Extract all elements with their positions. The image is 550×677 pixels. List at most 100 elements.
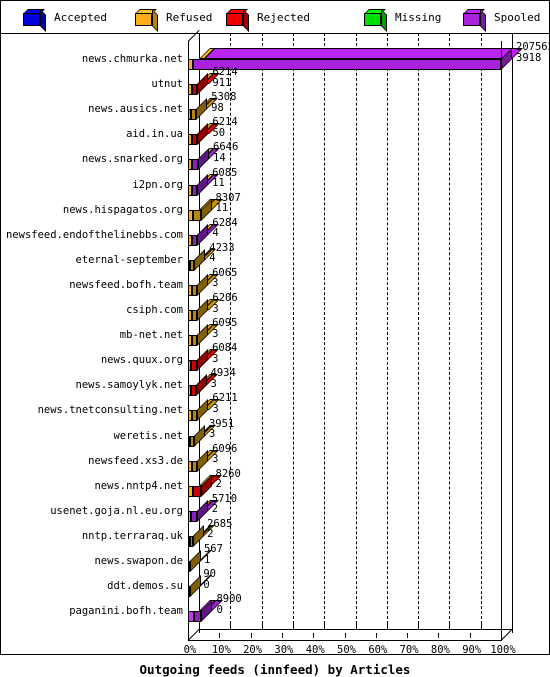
y-axis-label: aid.in.ua <box>126 128 183 141</box>
bar-segment-spooled <box>191 510 197 522</box>
bar-value-secondary: 0 <box>216 603 223 616</box>
chart-x-title: Outgoing feeds (innfeed) by Articles <box>139 662 411 677</box>
bar-value-primary: 6206 <box>212 292 238 304</box>
bar-value-label: 5710 2 <box>212 494 237 515</box>
bar-row <box>188 324 220 347</box>
bar-row <box>188 248 217 271</box>
y-axis-label: news.hispagatos.org <box>62 203 183 216</box>
bar-row <box>188 449 220 472</box>
bar-value-secondary: 3918 <box>516 51 542 64</box>
bar-row <box>188 474 223 497</box>
bar-row <box>188 424 216 447</box>
bar-segment-side <box>197 173 209 196</box>
bar-value-label: 6065 3 <box>212 268 237 289</box>
y-axis-labels: news.chmurka.net utnut news.ausics.net aid.… <box>1 33 185 633</box>
bar-segment-side <box>198 148 210 171</box>
bar-segment-side <box>197 399 209 422</box>
bar-value-secondary: 3 <box>208 428 216 440</box>
x-axis-tick <box>344 633 346 638</box>
bar-row <box>188 223 220 246</box>
bar-value-label: 6206 3 <box>212 293 237 314</box>
legend-item-missing: Missing <box>364 1 441 33</box>
legend-item-spooled: Spooled <box>463 1 540 33</box>
cube-icon <box>226 8 250 32</box>
bar-value-secondary: 3 <box>212 352 219 365</box>
bar-value-label: 5308 98 <box>211 92 236 113</box>
x-axis-label: 30% <box>274 644 294 656</box>
bar-value-secondary: 3 <box>212 302 219 315</box>
bar-segment-top <box>203 48 523 59</box>
bar-segment-side <box>190 575 201 598</box>
bar-value-label: 90 0 <box>203 569 216 590</box>
bar-row <box>188 575 212 598</box>
bar-value-secondary: 3 <box>210 377 217 390</box>
bar-value-label: 6214 50 <box>212 117 237 138</box>
x-axis-tick-back <box>480 622 482 627</box>
legend-label: Spooled <box>494 10 541 24</box>
bar-value-secondary: 3 <box>212 453 219 466</box>
bar-value-secondary: 2 <box>211 503 219 516</box>
right-frame-line <box>501 41 502 641</box>
bar-value-secondary: 50 <box>212 126 226 139</box>
y-axis-label: ddt.demos.su <box>107 580 183 593</box>
x-axis-tick <box>469 633 471 638</box>
y-axis-label: newsfeed.endofthelinebbs.com <box>5 228 183 241</box>
bar-row <box>188 524 216 547</box>
x-axis-label: 20% <box>243 644 263 656</box>
bar-value-label: 8900 0 <box>216 594 241 615</box>
bar-value-secondary: 98 <box>211 101 224 114</box>
bar-value-secondary: 14 <box>213 151 226 164</box>
x-axis-label: 50% <box>337 644 356 656</box>
x-axis-tick <box>219 633 221 638</box>
bar-value-label: 6084 3 <box>212 343 237 364</box>
bar-row <box>188 499 219 522</box>
bar-value-secondary: 1 <box>203 553 211 566</box>
bar-segment-side <box>193 524 205 547</box>
x-axis-labels: 0% 10% 20% 30% 40% 50% 60% 70% 80% 90% 100% <box>1 644 549 660</box>
bar-row <box>188 600 224 623</box>
bar-row <box>188 73 220 96</box>
bar-segment-side <box>197 349 209 372</box>
legend-label: Accepted <box>54 10 107 24</box>
x-axis-tick <box>438 633 440 638</box>
x-axis-tick-back <box>292 622 294 627</box>
y-axis-label: newsfeed.bofh.team <box>69 278 183 291</box>
bar-value-label: 4233 4 <box>209 243 234 264</box>
bar-row <box>188 273 220 296</box>
x-axis-label: 100% <box>490 644 516 656</box>
x-axis-tick-back <box>261 622 263 627</box>
bar-value-secondary: 11 <box>212 177 225 189</box>
x-axis-tick <box>281 633 283 638</box>
bar-value-label: 6284 4 <box>212 218 237 239</box>
y-axis-label: news.ausics.net <box>88 103 183 116</box>
bar-value-label: 8307 11 <box>216 193 241 214</box>
x-axis-tick-back <box>230 622 232 627</box>
cube-icon <box>463 8 487 32</box>
bar-segment-side <box>201 600 213 623</box>
y-axis-label: news.swapon.de <box>94 555 183 567</box>
legend-label: Rejected <box>257 10 310 24</box>
bar-value-label: 4934 3 <box>211 368 236 389</box>
y-axis-label: usenet.goja.nl.eu.org <box>50 504 183 517</box>
x-axis-tick <box>407 633 409 638</box>
bar-value-label: 6096 3 <box>212 444 237 465</box>
bar-value-secondary: 3 <box>212 327 219 340</box>
bar-row <box>188 399 220 422</box>
bar-value-label: 8260 2 <box>216 469 241 490</box>
x-axis-label: 90% <box>462 644 482 656</box>
bar-value-label: 6211 3 <box>212 393 237 414</box>
x-axis-tick-back <box>512 622 513 627</box>
bar-segment-rejected <box>190 385 196 397</box>
bar-value-label: 567 1 <box>204 544 223 565</box>
bar-segment-side <box>193 424 205 447</box>
bar-value-label: 6646 14 <box>213 142 238 163</box>
plot-area: 2075623918 6214911 530898 621450 664614 60851… <box>1 29 550 677</box>
bar-row <box>188 123 220 146</box>
bar-segment-side <box>197 73 209 96</box>
bar-row <box>188 550 212 572</box>
y-axis-label: weretis.net <box>113 429 183 442</box>
bar-segment-rejected <box>193 485 201 497</box>
bar-value-label: 3951 3 <box>208 418 234 440</box>
bar-segment-side <box>196 98 208 121</box>
x-axis-tick-back <box>449 622 451 627</box>
